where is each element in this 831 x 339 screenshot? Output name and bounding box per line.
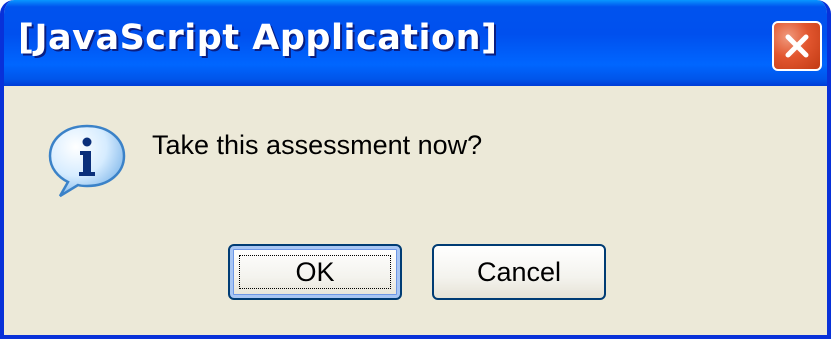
close-icon [785,34,809,58]
close-button[interactable] [772,21,822,71]
info-icon [48,124,126,198]
dialog-title: [JavaScript Application] [18,18,498,58]
dialog-message: Take this assessment now? [152,130,483,160]
cancel-button[interactable]: Cancel [432,244,606,300]
cancel-button-label: Cancel [476,256,562,287]
ok-button[interactable]: OK [228,244,402,300]
title-bar[interactable]: [JavaScript Application] [4,0,827,86]
dialog-content: Take this assessment now? OK Cancel [4,86,827,335]
dialog-window: [JavaScript Application] Take this asses… [0,0,831,339]
ok-button-label: OK [295,256,335,287]
